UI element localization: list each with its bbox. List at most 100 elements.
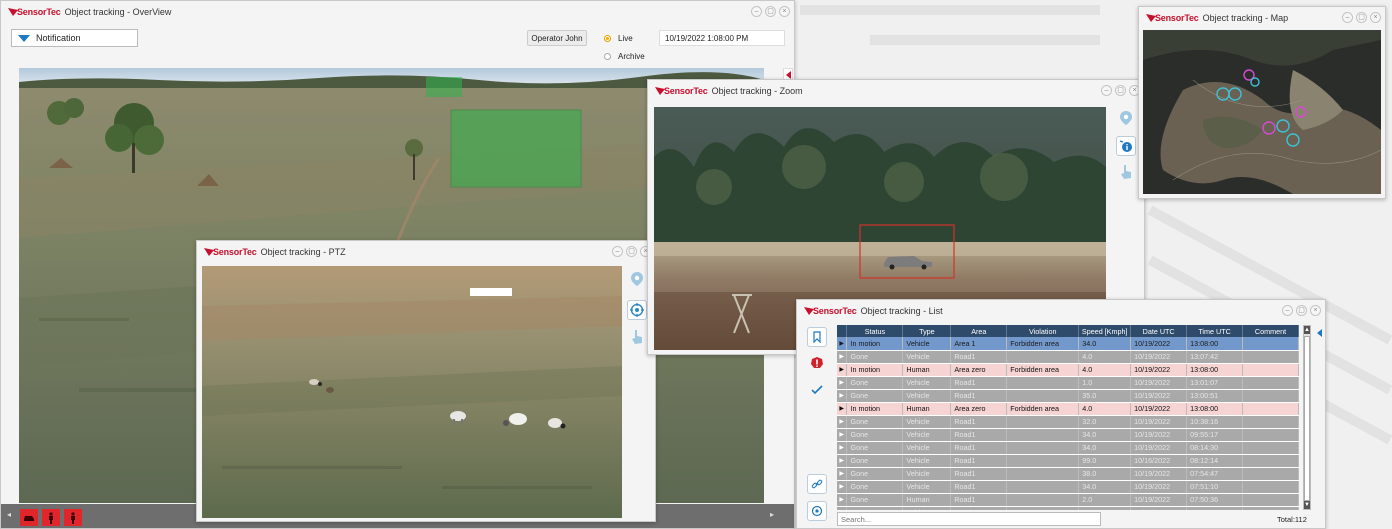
row-expand-arrow-icon[interactable]: ▶ <box>837 506 848 510</box>
table-row[interactable]: ▶ Gone Vehicle Road1 34.0 10/19/2022 07:51:10 <box>837 480 1299 494</box>
table-row[interactable]: ▶ Gone Vehicle Road1 1.0 10/19/2022 13:01:07 <box>837 376 1299 390</box>
cell-comment[interactable] <box>1242 402 1299 416</box>
column-header[interactable]: Type <box>902 325 952 337</box>
table-scrollbar[interactable]: ▲ ▼ <box>1303 325 1311 510</box>
row-expand-arrow-icon[interactable]: ▶ <box>837 376 848 390</box>
table-row[interactable]: ▶GoneVehicleRoad1 11.010/19/202206:04:23 <box>837 506 1299 510</box>
close-button[interactable]: × <box>1370 12 1381 23</box>
row-expand-arrow-icon[interactable]: ▶ <box>837 454 848 468</box>
zoom-titlebar[interactable]: Sensor Tec Object tracking - Zoom – ▢ × <box>648 80 1144 102</box>
table-row[interactable]: ▶ In motion Human Area zero Forbidden area 4.… <box>837 402 1299 416</box>
search-input[interactable] <box>837 512 1101 526</box>
row-expand-arrow-icon[interactable]: ▶ <box>837 389 848 403</box>
cell-comment[interactable] <box>1242 454 1299 468</box>
cell-comment[interactable] <box>1242 506 1299 510</box>
cell-comment[interactable] <box>1242 363 1299 377</box>
row-expand-arrow-icon[interactable]: ▶ <box>837 350 848 364</box>
cell-comment[interactable] <box>1242 493 1299 507</box>
close-button[interactable]: × <box>1310 305 1321 316</box>
table-row[interactable]: ▶ Gone Human Road1 2.0 10/19/2022 07:50:36 <box>837 493 1299 507</box>
row-expand-arrow-icon[interactable]: ▶ <box>837 402 848 416</box>
minimize-button[interactable]: – <box>1101 85 1112 96</box>
table-row[interactable]: ▶ Gone Vehicle Road1 34.0 10/19/2022 09:55:17 <box>837 428 1299 442</box>
row-expand-arrow-icon[interactable]: ▶ <box>837 428 848 442</box>
table-row[interactable]: ▶ Gone Vehicle Road1 99.0 10/16/2022 08:12:14 <box>837 454 1299 468</box>
zoom-location-pin-button[interactable] <box>1116 108 1136 128</box>
cell-comment[interactable] <box>1242 337 1299 351</box>
list-collapse-handle[interactable] <box>1316 327 1324 341</box>
row-expand-arrow-icon[interactable]: ▶ <box>837 363 848 377</box>
row-expand-arrow-icon[interactable]: ▶ <box>837 415 848 429</box>
minimize-button[interactable]: – <box>751 6 762 17</box>
scroll-left-button[interactable]: ◂ <box>7 510 11 519</box>
cell-comment[interactable] <box>1242 350 1299 364</box>
column-header[interactable]: Time UTC <box>1186 325 1244 337</box>
filter-human-button-2[interactable] <box>64 509 82 526</box>
row-expand-arrow-icon[interactable]: ▶ <box>837 480 848 494</box>
archive-radio[interactable]: Archive <box>604 52 645 61</box>
table-row[interactable]: ▶ Gone Vehicle Road1 34.0 10/19/2022 08:14:30 <box>837 441 1299 455</box>
ptz-hand-button[interactable] <box>627 327 647 347</box>
cell-comment[interactable] <box>1242 376 1299 390</box>
cell-comment[interactable] <box>1242 467 1299 481</box>
minimize-button[interactable]: – <box>612 246 623 257</box>
column-header[interactable]: Violation <box>1006 325 1080 337</box>
zoom-hand-button[interactable] <box>1116 162 1136 182</box>
ptz-titlebar[interactable]: Sensor Tec Object tracking - PTZ – ▢ × <box>197 241 655 263</box>
checkmark-button[interactable] <box>807 380 827 400</box>
notification-dropdown[interactable]: Notification <box>11 29 138 47</box>
column-header[interactable]: Speed [Kmph] <box>1078 325 1132 337</box>
column-header[interactable]: Status <box>846 325 904 337</box>
table-row[interactable]: ▶ In motion Human Area zero Forbidden area 4.… <box>837 363 1299 377</box>
alert-button[interactable] <box>807 353 827 373</box>
maximize-button[interactable]: ▢ <box>1115 85 1126 96</box>
link-button[interactable] <box>807 474 827 494</box>
scrollbar-thumb[interactable] <box>1304 336 1310 501</box>
row-expand-arrow-icon[interactable]: ▶ <box>837 337 848 351</box>
filter-human-button-1[interactable] <box>42 509 60 526</box>
cell-comment[interactable] <box>1242 480 1299 494</box>
table-row[interactable]: ▶ Gone Vehicle Road1 32.0 10/19/2022 10:38:16 <box>837 415 1299 429</box>
table-row[interactable]: ▶ In motion Vehicle Area 1 Forbidden area 34.… <box>837 337 1299 351</box>
table-row[interactable]: ▶ Gone Vehicle Road1 35.0 10/19/2022 13:00:51 <box>837 389 1299 403</box>
row-expand-arrow-icon[interactable]: ▶ <box>837 441 848 455</box>
list-titlebar[interactable]: Sensor Tec Object tracking - List – ▢ × <box>797 300 1325 322</box>
bookmark-button[interactable] <box>807 327 827 347</box>
table-row[interactable]: ▶ Gone Vehicle Road1 4.0 10/19/2022 13:07:42 <box>837 350 1299 364</box>
map-titlebar[interactable]: Sensor Tec Object tracking - Map – ▢ × <box>1139 7 1385 29</box>
maximize-button[interactable]: ▢ <box>626 246 637 257</box>
row-expand-arrow-icon[interactable]: ▶ <box>837 467 848 481</box>
column-header[interactable]: Date UTC <box>1130 325 1188 337</box>
ptz-location-pin-button[interactable] <box>627 269 647 289</box>
minimize-button[interactable]: – <box>1342 12 1353 23</box>
close-button[interactable]: × <box>779 6 790 17</box>
table-row[interactable]: ▶ Gone Vehicle Road1 38.0 10/19/2022 07:54:47 <box>837 467 1299 481</box>
map-view[interactable] <box>1143 30 1381 194</box>
live-radio[interactable]: Live <box>604 34 633 43</box>
overview-titlebar[interactable]: Sensor Tec Object tracking - OverView – ▢… <box>1 1 794 23</box>
cell-comment[interactable] <box>1242 389 1299 403</box>
maximize-button[interactable]: ▢ <box>1356 12 1367 23</box>
minimize-button[interactable]: – <box>1282 305 1293 316</box>
scroll-down-arrow[interactable]: ▼ <box>1304 501 1310 509</box>
cell-comment[interactable] <box>1242 441 1299 455</box>
operator-button[interactable]: Operator John <box>527 30 587 46</box>
zoom-info-pointer-button[interactable] <box>1116 136 1136 156</box>
target-button[interactable] <box>807 501 827 521</box>
cell-date: 10/19/2022 <box>1130 493 1188 507</box>
filter-vehicle-button[interactable] <box>20 509 38 526</box>
location-pin-icon <box>631 272 643 286</box>
column-header[interactable]: Area <box>950 325 1008 337</box>
scroll-up-arrow[interactable]: ▲ <box>1304 326 1310 334</box>
table-header-row: Status Type Area Violation Speed [Kmph] … <box>837 325 1299 337</box>
cell-comment[interactable] <box>1242 415 1299 429</box>
ptz-target-button[interactable] <box>627 300 647 320</box>
ptz-camera-view[interactable] <box>202 266 622 518</box>
column-header[interactable]: Comment <box>1242 325 1299 337</box>
maximize-button[interactable]: ▢ <box>765 6 776 17</box>
scroll-right-button[interactable]: ▸ <box>770 510 774 519</box>
maximize-button[interactable]: ▢ <box>1296 305 1307 316</box>
row-expand-arrow-icon[interactable]: ▶ <box>837 493 848 507</box>
cell-speed: 4.0 <box>1078 402 1132 416</box>
cell-comment[interactable] <box>1242 428 1299 442</box>
